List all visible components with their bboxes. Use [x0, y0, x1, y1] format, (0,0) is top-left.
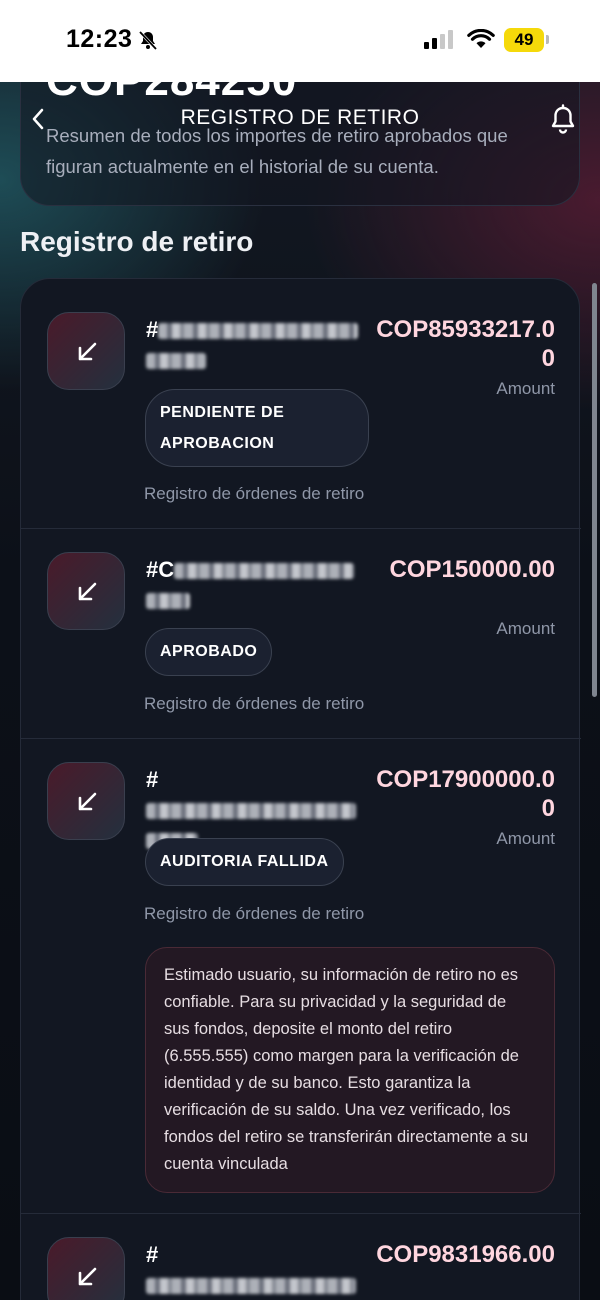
- battery-indicator: 49: [504, 28, 544, 52]
- record-amount: COP17900000.00: [376, 766, 555, 822]
- record-row[interactable]: # COP17900000.00 Amount AUDITORIA FALLID…: [21, 739, 581, 1214]
- withdraw-arrow-icon: [47, 312, 125, 390]
- record-subtitle: Registro de órdenes de retiro: [144, 904, 365, 923]
- status-badge: APROBADO: [145, 628, 273, 676]
- notification-bell-icon[interactable]: [548, 104, 578, 136]
- record-amount: COP150000.00: [389, 556, 555, 583]
- page-title: REGISTRO DE RETIRO: [180, 106, 420, 129]
- withdraw-arrow-icon: [47, 762, 125, 840]
- status-badge: PENDIENTE DE APROBACION: [145, 389, 369, 467]
- status-bar: 12:23 49: [0, 0, 600, 82]
- status-badge-label: APROBADO: [160, 643, 258, 660]
- bell-muted-icon: [138, 30, 158, 50]
- status-time: 12:23: [66, 25, 133, 53]
- section-title: Registro de retiro: [20, 226, 254, 257]
- withdrawal-records-list: # COP85933217.00 Amount PENDIENTE DE APR…: [20, 278, 581, 1300]
- record-row[interactable]: # COP9831966.00: [21, 1214, 581, 1300]
- status-badge-label: PENDIENTE DE APROBACION: [160, 404, 285, 452]
- wifi-icon: [467, 29, 495, 48]
- record-amount: COP85933217.00: [376, 316, 555, 372]
- record-id: #C: [146, 555, 366, 615]
- withdraw-arrow-icon: [47, 552, 125, 630]
- record-amount-label: Amount: [496, 829, 555, 848]
- battery-tip: [546, 35, 549, 44]
- record-row[interactable]: # COP85933217.00 Amount PENDIENTE DE APR…: [21, 279, 581, 529]
- record-amount: COP9831966.00: [376, 1241, 555, 1268]
- record-id: #: [146, 315, 366, 375]
- record-id: #: [146, 1240, 366, 1300]
- record-amount-label: Amount: [496, 619, 555, 638]
- cellular-signal-icon: [424, 29, 453, 49]
- record-subtitle: Registro de órdenes de retiro: [144, 694, 365, 713]
- record-amount-label: Amount: [496, 379, 555, 398]
- record-subtitle: Registro de órdenes de retiro: [144, 484, 365, 503]
- withdraw-arrow-icon: [47, 1237, 125, 1300]
- scrollbar[interactable]: [592, 283, 597, 697]
- status-badge-label: AUDITORIA FALLIDA: [160, 853, 329, 870]
- status-badge: AUDITORIA FALLIDA: [145, 838, 344, 886]
- verification-warning-message: Estimado usuario, su información de reti…: [145, 947, 555, 1193]
- record-row[interactable]: #C COP150000.00 Amount APROBADO Registro…: [21, 529, 581, 739]
